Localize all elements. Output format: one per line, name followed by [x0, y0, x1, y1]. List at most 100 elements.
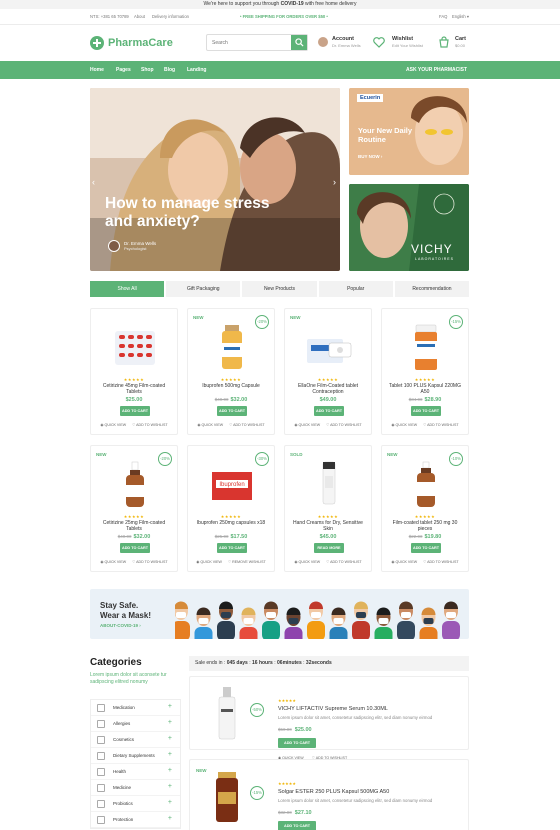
- product-name[interactable]: Hand Creams for Dry, Sensitive Skin: [289, 520, 367, 532]
- product-card[interactable]: ★★★★★ Cetirizine 45mg Film-coated Tablets…: [90, 308, 178, 435]
- delivery-link[interactable]: Delivery information: [152, 14, 189, 19]
- product-image[interactable]: [305, 321, 353, 375]
- promo-ecuerin[interactable]: Ecuerin Your New Daily Routine BUY NOW ›: [349, 88, 469, 175]
- about-link[interactable]: About: [134, 14, 145, 19]
- nav-landing[interactable]: Landing: [187, 67, 206, 73]
- product-name[interactable]: Cetirizine 45mg Film-coated Tablets: [95, 383, 173, 395]
- nav-home[interactable]: Home: [90, 67, 104, 73]
- category-item[interactable]: Cosmetics +: [91, 732, 180, 748]
- add-to-cart-button[interactable]: ADD TO CART: [411, 406, 441, 416]
- search-input[interactable]: [207, 35, 291, 50]
- tab-popular[interactable]: Popular: [318, 281, 393, 297]
- expand-plus-icon[interactable]: +: [168, 815, 172, 822]
- add-to-cart-button[interactable]: ADD TO CART: [278, 821, 316, 830]
- logo[interactable]: PharmaCare: [90, 35, 173, 51]
- quick-view-link[interactable]: ◉ QUICK VIEW: [100, 423, 126, 427]
- product-card[interactable]: NEW -20% ★★★★★ Cetirizine 25mg Film-coated …: [90, 445, 178, 572]
- faq-link[interactable]: FAQ: [439, 14, 447, 19]
- quick-view-link[interactable]: ◉ QUICK VIEW: [100, 560, 126, 564]
- expand-plus-icon[interactable]: +: [168, 799, 172, 806]
- product-card[interactable]: NEW -10% ★★★★★ Film-coated tablet 250 mg 30…: [381, 445, 469, 572]
- wishlist-link[interactable]: ♡ ADD TO WISHLIST: [132, 560, 167, 564]
- hero-slider[interactable]: How to manage stress and anxiety? Dr. Em…: [90, 88, 340, 271]
- quick-view-link[interactable]: ◉ QUICK VIEW: [196, 560, 222, 564]
- product-image[interactable]: [402, 458, 450, 512]
- product-card[interactable]: -15% ★★★★★ Tablet 100 PLUS Kapsul 220MG A5…: [381, 308, 469, 435]
- wishlist-link[interactable]: ♡ ADD TO WISHLIST: [423, 423, 458, 427]
- slider-prev-icon[interactable]: ‹: [92, 177, 95, 187]
- product-image[interactable]: [402, 321, 450, 375]
- tab-recommendation[interactable]: Recommendation: [394, 281, 470, 297]
- category-item[interactable]: Dietary Supplements +: [91, 748, 180, 764]
- product-image[interactable]: [111, 321, 159, 375]
- add-to-cart-button[interactable]: ADD TO CART: [217, 406, 247, 416]
- nav-pages[interactable]: Pages: [116, 67, 131, 73]
- category-item[interactable]: Protection +: [91, 812, 180, 828]
- search-button[interactable]: [291, 35, 307, 50]
- covid-link[interactable]: ABOUT-COVID-19 ›: [100, 623, 141, 628]
- quick-view-link[interactable]: ◉ QUICK VIEW: [391, 560, 417, 564]
- nav-shop[interactable]: Shop: [141, 67, 154, 73]
- language-select[interactable]: English ▾: [452, 14, 469, 19]
- quick-view-link[interactable]: ◉ QUICK VIEW: [294, 560, 320, 564]
- product-name[interactable]: Solgar ESTER 250 PLUS Kapsul 500MG A50: [278, 789, 389, 795]
- product-image[interactable]: [208, 321, 256, 375]
- expand-plus-icon[interactable]: +: [168, 735, 172, 742]
- cart-link[interactable]: Cart $0.00: [455, 36, 466, 52]
- wishlist-link[interactable]: ♡ ADD TO WISHLIST: [423, 560, 458, 564]
- product-name[interactable]: Cetirizine 25mg Film-coated Tablets: [95, 520, 173, 532]
- category-item[interactable]: Probiotics +: [91, 796, 180, 812]
- add-to-cart-button[interactable]: ADD TO CART: [278, 738, 316, 748]
- wishlist-link[interactable]: ♡ ADD TO WISHLIST: [229, 423, 264, 427]
- heart-icon[interactable]: [373, 37, 385, 48]
- product-image[interactable]: [212, 768, 242, 826]
- buy-now-link[interactable]: BUY NOW ›: [358, 154, 382, 159]
- expand-plus-icon[interactable]: +: [168, 719, 172, 726]
- expand-plus-icon[interactable]: +: [168, 783, 172, 790]
- product-image[interactable]: [111, 458, 159, 512]
- tab-new-products[interactable]: New Products: [242, 281, 317, 297]
- expand-plus-icon[interactable]: +: [168, 767, 172, 774]
- expand-plus-icon[interactable]: +: [168, 751, 172, 758]
- tab-show-all[interactable]: Show All: [90, 281, 165, 297]
- add-to-cart-button[interactable]: ADD TO CART: [120, 543, 150, 553]
- product-name[interactable]: Ibuprofen 500mg Capsule: [192, 383, 270, 389]
- wishlist-link[interactable]: ♡ ADD TO WISHLIST: [326, 560, 361, 564]
- quick-view-link[interactable]: ◉ QUICK VIEW: [294, 423, 320, 427]
- product-card[interactable]: NEW ★★★★★ EllaOne Film-Coated tablet Contr…: [284, 308, 372, 435]
- product-image[interactable]: [212, 685, 242, 743]
- product-name[interactable]: Tablet 100 PLUS Kapsul 220MG A50: [386, 383, 464, 395]
- category-item[interactable]: Allergies +: [91, 716, 180, 732]
- tab-gift-packaging[interactable]: Gift Packaging: [166, 281, 241, 297]
- product-card[interactable]: SOLD ★★★★★ Hand Creams for Dry, Sensitive …: [284, 445, 372, 572]
- product-name[interactable]: VICHY LIFTACTIV Supreme Serum 10.30ML: [278, 706, 388, 712]
- product-card[interactable]: NEW -20% ★★★★★ Ibuprofen 500mg Capsule $40.0…: [187, 308, 275, 435]
- expand-plus-icon[interactable]: +: [168, 703, 172, 710]
- slider-next-icon[interactable]: ›: [333, 177, 336, 187]
- product-name[interactable]: Ibuprofen 250mg capsules x18: [192, 520, 270, 526]
- account-link[interactable]: Account Dr. Emma Wells: [332, 36, 361, 52]
- product-name[interactable]: Film-coated tablet 250 mg 30 pieces: [386, 520, 464, 532]
- wishlist-link[interactable]: ♡ REMOVE WISHLIST: [228, 560, 266, 564]
- quick-view-link[interactable]: ◉ QUICK VIEW: [391, 423, 417, 427]
- mask-banner[interactable]: Stay Safe. Wear a Mask! ABOUT-COVID-19 ›: [90, 589, 469, 639]
- add-to-cart-button[interactable]: READ MORE: [314, 543, 344, 553]
- add-to-cart-button[interactable]: ADD TO CART: [314, 406, 344, 416]
- wishlist-link[interactable]: Wishlist Edit Your Wishlist: [392, 36, 423, 52]
- product-image[interactable]: Ibuprofen: [208, 458, 256, 512]
- add-to-cart-button[interactable]: ADD TO CART: [217, 543, 247, 553]
- cart-icon[interactable]: [438, 36, 450, 48]
- add-to-cart-button[interactable]: ADD TO CART: [120, 406, 150, 416]
- promo-vichy[interactable]: VICHY LABORATOIRES: [349, 184, 469, 271]
- add-to-cart-button[interactable]: ADD TO CART: [411, 543, 441, 553]
- sale-product-card[interactable]: -50% ★★★★★ VICHY LIFTACTIV Supreme Serum 1…: [189, 676, 469, 760]
- sale-product-card[interactable]: NEW -15% ★★★★★ Solgar ESTER 250 PLUS Kapsul…: [189, 759, 469, 830]
- category-item[interactable]: Medicine +: [91, 780, 180, 796]
- product-card[interactable]: -30% Ibuprofen ★★★★★ Ibuprofen 250mg capsul…: [187, 445, 275, 572]
- nav-blog[interactable]: Blog: [164, 67, 175, 73]
- category-item[interactable]: Health +: [91, 764, 180, 780]
- wishlist-link[interactable]: ♡ ADD TO WISHLIST: [326, 423, 361, 427]
- wishlist-link[interactable]: ♡ ADD TO WISHLIST: [132, 423, 167, 427]
- category-item[interactable]: Medication +: [91, 700, 180, 716]
- account-avatar[interactable]: [318, 37, 328, 47]
